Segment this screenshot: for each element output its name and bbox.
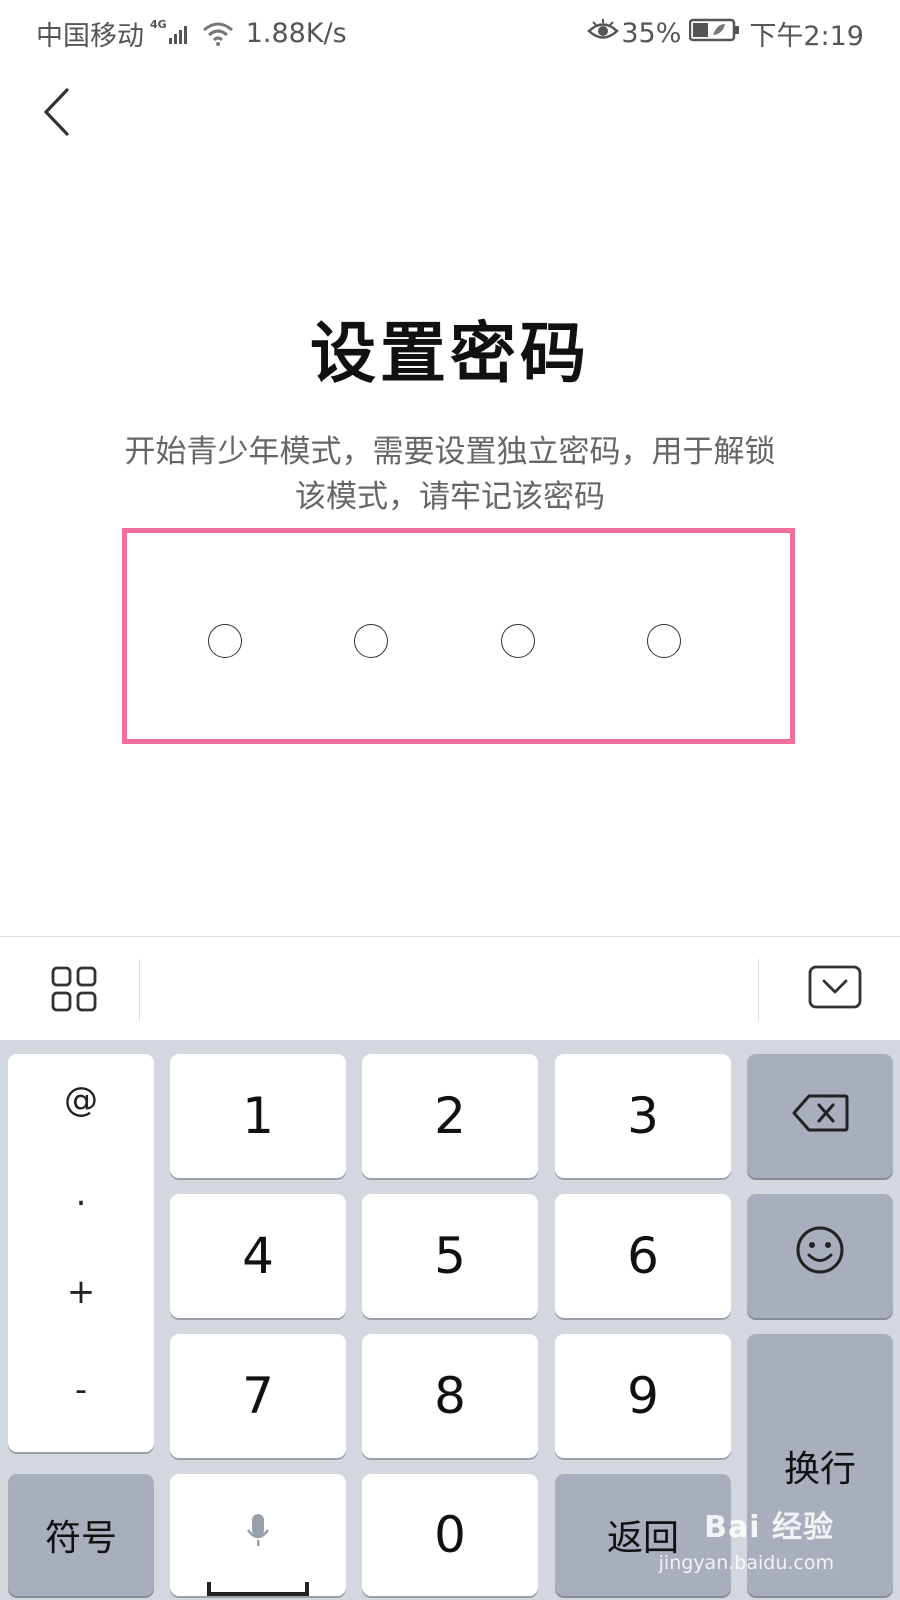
space-key[interactable] bbox=[170, 1474, 346, 1596]
network-type-label: 4G bbox=[150, 18, 167, 31]
key-2[interactable]: 2 bbox=[362, 1054, 538, 1178]
pin-dot-4 bbox=[647, 624, 681, 658]
key-6[interactable]: 6 bbox=[555, 1194, 731, 1318]
status-right: 35% 下午2:19 bbox=[579, 14, 864, 53]
symbol-key-minus[interactable]: - bbox=[8, 1370, 154, 1410]
status-bar: 中国移动 4G 1.88K/s 35% 下午2:19 bbox=[0, 0, 900, 62]
key-7[interactable]: 7 bbox=[170, 1334, 346, 1458]
carrier-label: 中国移动 bbox=[36, 21, 144, 52]
wifi-icon bbox=[202, 21, 234, 47]
emoji-key[interactable] bbox=[747, 1194, 893, 1318]
key-4[interactable]: 4 bbox=[170, 1194, 346, 1318]
page-title: 设置密码 bbox=[310, 315, 590, 392]
symbols-key[interactable]: 符号 bbox=[8, 1474, 154, 1596]
toolbar-divider bbox=[139, 959, 140, 1021]
toolbar-divider bbox=[758, 959, 759, 1021]
key-8[interactable]: 8 bbox=[362, 1334, 538, 1458]
key-1[interactable]: 1 bbox=[170, 1054, 346, 1178]
key-9[interactable]: 9 bbox=[555, 1334, 731, 1458]
back-button[interactable] bbox=[36, 86, 76, 142]
smiley-icon bbox=[794, 1224, 846, 1288]
symbol-column[interactable]: @ . + - bbox=[8, 1054, 154, 1452]
space-bar-icon bbox=[206, 1552, 310, 1600]
status-left: 中国移动 4G 1.88K/s bbox=[36, 14, 347, 53]
key-3[interactable]: 3 bbox=[555, 1054, 731, 1178]
description-line-1: 开始青少年模式，需要设置独立密码，用于解锁 bbox=[124, 434, 776, 470]
battery-percent-label: 35% bbox=[621, 18, 682, 49]
symbol-key-at[interactable]: @ bbox=[8, 1080, 154, 1120]
grid-icon bbox=[50, 966, 98, 1017]
network-speed-label: 1.88K/s bbox=[245, 18, 347, 49]
signal-icon bbox=[168, 22, 192, 46]
watermark-brand: Bai 经验 bbox=[704, 1510, 834, 1545]
description-line-2: 该模式，请牢记该密码 bbox=[295, 479, 605, 515]
symbol-key-dot[interactable]: . bbox=[8, 1174, 154, 1214]
symbol-key-plus[interactable]: + bbox=[8, 1272, 154, 1312]
time-label: 下午2:19 bbox=[749, 21, 864, 52]
key-5[interactable]: 5 bbox=[362, 1194, 538, 1318]
page-description: 开始青少年模式，需要设置独立密码，用于解锁 该模式，请牢记该密码 bbox=[70, 430, 830, 520]
key-0[interactable]: 0 bbox=[362, 1474, 538, 1596]
eye-comfort-icon bbox=[587, 18, 620, 49]
hide-keyboard-button[interactable] bbox=[808, 965, 862, 1011]
chevron-left-icon bbox=[41, 87, 71, 141]
pin-input[interactable] bbox=[127, 533, 790, 739]
pin-dot-1 bbox=[208, 624, 242, 658]
keyboard-menu-button[interactable] bbox=[50, 965, 98, 1013]
battery-icon bbox=[689, 18, 741, 49]
pin-dot-2 bbox=[354, 624, 388, 658]
backspace-icon bbox=[791, 1087, 849, 1145]
watermark-url: jingyan.baidu.com bbox=[658, 1552, 834, 1574]
pin-dot-3 bbox=[501, 624, 535, 658]
backspace-key[interactable] bbox=[747, 1054, 893, 1178]
keyboard-collapse-icon bbox=[808, 965, 862, 1015]
pin-input-highlight[interactable] bbox=[122, 528, 795, 744]
keyboard-toolbar bbox=[0, 936, 900, 1040]
